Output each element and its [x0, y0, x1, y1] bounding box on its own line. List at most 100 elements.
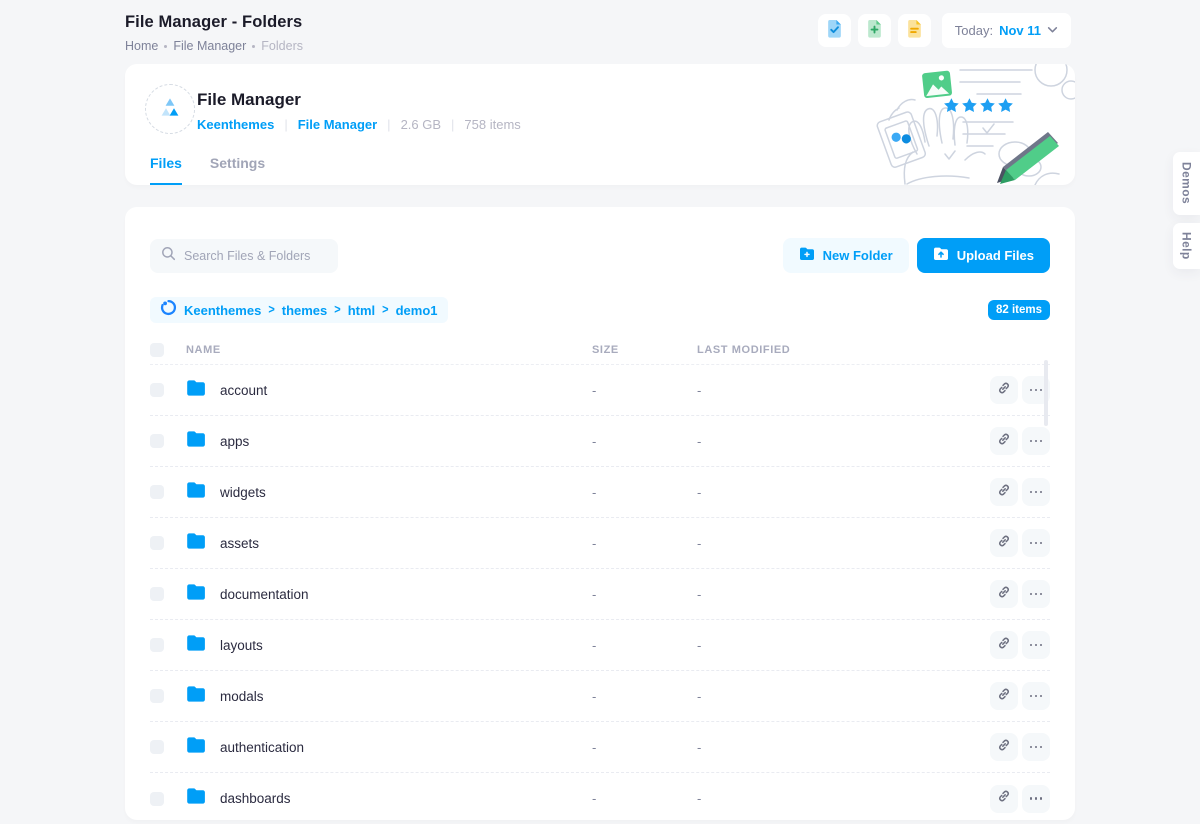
chevron-right-icon: >	[334, 303, 340, 317]
modified-value: -	[697, 383, 980, 398]
chevron-down-icon	[1047, 23, 1058, 38]
folder-name-link[interactable]: modals	[220, 689, 264, 704]
row-checkbox[interactable]	[150, 587, 164, 601]
modified-value: -	[697, 485, 980, 500]
chevron-right-icon: >	[382, 303, 388, 317]
help-side-tab[interactable]: Help	[1173, 223, 1200, 269]
tab-settings[interactable]: Settings	[210, 155, 265, 185]
folder-name-link[interactable]: layouts	[220, 638, 263, 653]
copy-link-button[interactable]	[990, 427, 1018, 455]
path-logo-icon	[160, 299, 177, 321]
table-header: NAME SIZE LAST MODIFIED	[150, 335, 1050, 365]
link-icon	[997, 381, 1011, 400]
row-checkbox[interactable]	[150, 792, 164, 806]
more-actions-button[interactable]	[1022, 682, 1050, 710]
row-checkbox[interactable]	[150, 740, 164, 754]
page-header: File Manager - Folders Home File Manager…	[125, 13, 303, 53]
ellipsis-icon	[1030, 746, 1043, 749]
app-tabs: Files Settings	[150, 155, 265, 185]
copy-link-button[interactable]	[990, 376, 1018, 404]
date-picker-button[interactable]: Today: Nov 11	[942, 13, 1071, 48]
path-crumb-themes[interactable]: themes	[282, 303, 328, 318]
folder-icon	[186, 482, 206, 503]
copy-link-button[interactable]	[990, 529, 1018, 557]
more-actions-button[interactable]	[1022, 580, 1050, 608]
column-header-modified: LAST MODIFIED	[697, 344, 980, 356]
more-actions-button[interactable]	[1022, 478, 1050, 506]
folder-name-link[interactable]: documentation	[220, 587, 309, 602]
folder-icon	[186, 380, 206, 401]
search-icon	[161, 246, 176, 266]
folder-icon	[186, 431, 206, 452]
more-actions-button[interactable]	[1022, 427, 1050, 455]
path-crumb-keenthemes[interactable]: Keenthemes	[184, 303, 261, 318]
path-crumb-demo1[interactable]: demo1	[396, 303, 438, 318]
copy-link-button[interactable]	[990, 733, 1018, 761]
folder-name-link[interactable]: widgets	[220, 485, 266, 500]
document-plus-button[interactable]	[858, 14, 891, 47]
upload-files-button[interactable]: Upload Files	[917, 238, 1050, 273]
copy-link-button[interactable]	[990, 631, 1018, 659]
folder-name-link[interactable]: dashboards	[220, 791, 291, 806]
size-value: -	[592, 536, 697, 551]
more-actions-button[interactable]	[1022, 529, 1050, 557]
more-actions-button[interactable]	[1022, 631, 1050, 659]
folder-name-link[interactable]: authentication	[220, 740, 304, 755]
chevron-right-icon: >	[268, 303, 274, 317]
copy-link-button[interactable]	[990, 785, 1018, 813]
folder-icon	[186, 635, 206, 656]
new-folder-button[interactable]: New Folder	[783, 238, 909, 273]
folder-name-link[interactable]: account	[220, 383, 267, 398]
modified-value: -	[697, 791, 980, 806]
size-value: -	[592, 587, 697, 602]
size-value: -	[592, 740, 697, 755]
size-value: -	[592, 638, 697, 653]
divider: |	[284, 117, 287, 132]
ellipsis-icon	[1030, 389, 1043, 392]
page-title: File Manager - Folders	[125, 13, 303, 32]
more-actions-button[interactable]	[1022, 785, 1050, 813]
browser-toolbar: New Folder Upload Files	[150, 238, 1050, 273]
tab-files[interactable]: Files	[150, 155, 182, 185]
folder-icon	[186, 533, 206, 554]
divider: |	[451, 117, 454, 132]
breadcrumb-file-manager[interactable]: File Manager	[173, 39, 246, 53]
modified-value: -	[697, 689, 980, 704]
copy-link-button[interactable]	[990, 682, 1018, 710]
document-lines-button[interactable]	[898, 14, 931, 47]
table-row: apps - -	[150, 416, 1050, 467]
document-check-button[interactable]	[818, 14, 851, 47]
copy-link-button[interactable]	[990, 478, 1018, 506]
more-actions-button[interactable]	[1022, 733, 1050, 761]
storage-size: 2.6 GB	[401, 117, 441, 132]
row-checkbox[interactable]	[150, 485, 164, 499]
row-checkbox[interactable]	[150, 536, 164, 550]
row-checkbox[interactable]	[150, 434, 164, 448]
column-header-name: NAME	[186, 344, 592, 356]
link-icon	[997, 585, 1011, 604]
keenthemes-logo-icon	[157, 96, 183, 123]
row-checkbox[interactable]	[150, 638, 164, 652]
demos-side-tab[interactable]: Demos	[1173, 152, 1200, 215]
search-input[interactable]	[184, 249, 327, 263]
table-row: documentation - -	[150, 569, 1050, 620]
app-link[interactable]: File Manager	[298, 117, 377, 132]
search-box[interactable]	[150, 239, 338, 273]
table-scrollbar[interactable]	[1044, 360, 1048, 426]
size-value: -	[592, 791, 697, 806]
ellipsis-icon	[1030, 491, 1043, 494]
path-crumb-html[interactable]: html	[348, 303, 375, 318]
modified-value: -	[697, 536, 980, 551]
row-checkbox[interactable]	[150, 383, 164, 397]
select-all-checkbox[interactable]	[150, 343, 164, 357]
link-icon	[997, 483, 1011, 502]
link-icon	[997, 687, 1011, 706]
modified-value: -	[697, 434, 980, 449]
breadcrumb-home[interactable]: Home	[125, 39, 158, 53]
folder-name-link[interactable]: assets	[220, 536, 259, 551]
vendor-link[interactable]: Keenthemes	[197, 117, 274, 132]
modified-value: -	[697, 587, 980, 602]
row-checkbox[interactable]	[150, 689, 164, 703]
copy-link-button[interactable]	[990, 580, 1018, 608]
folder-name-link[interactable]: apps	[220, 434, 249, 449]
